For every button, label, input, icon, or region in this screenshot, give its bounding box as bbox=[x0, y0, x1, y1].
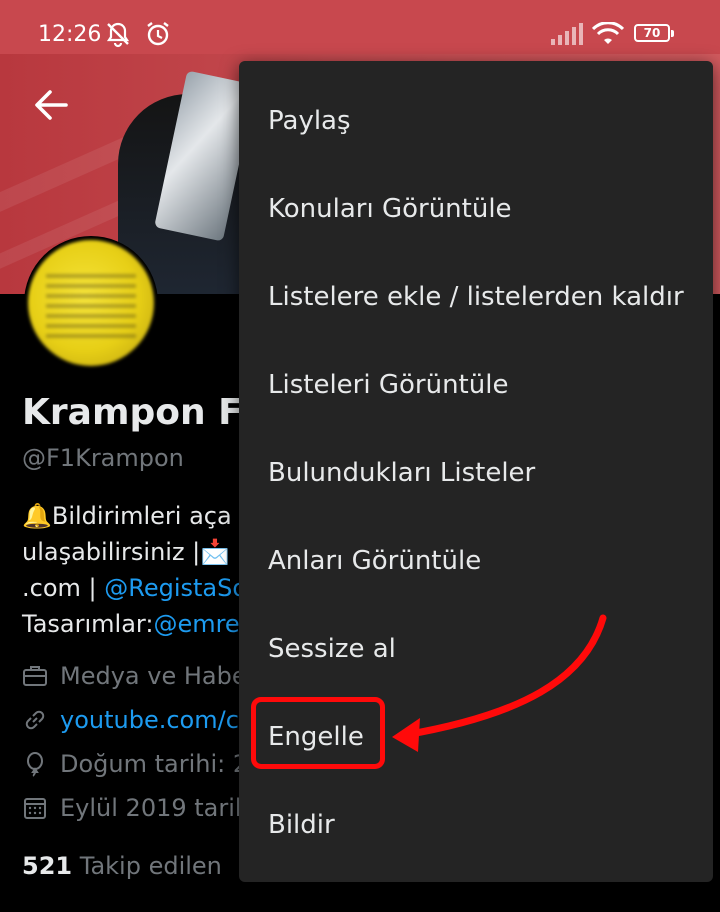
menu-item-share[interactable]: Paylaş bbox=[239, 77, 713, 165]
balloon-icon bbox=[27, 752, 43, 777]
profile-handle: @F1Krampon bbox=[22, 444, 184, 472]
alarm-icon bbox=[144, 20, 172, 52]
arrow-left-icon bbox=[32, 90, 70, 128]
category-text: Medya ve Habe bbox=[60, 662, 247, 690]
avatar[interactable] bbox=[24, 236, 158, 370]
menu-item-view-lists[interactable]: Listeleri Görüntüle bbox=[239, 341, 713, 429]
mention-link[interactable]: @RegistaSo bbox=[104, 574, 247, 602]
status-bar: 12:26 70 bbox=[0, 0, 720, 54]
website-link[interactable]: youtube.com/c bbox=[60, 706, 239, 734]
bio-text: .com | bbox=[22, 574, 105, 602]
bio-line: 🔔Bildirimleri aça bbox=[22, 502, 232, 530]
following-label: Takip edilen bbox=[79, 852, 222, 880]
menu-item-report[interactable]: Bildir bbox=[239, 781, 713, 869]
link-icon bbox=[25, 710, 45, 730]
profile-website: youtube.com/c bbox=[22, 706, 239, 734]
highlight-box bbox=[251, 697, 385, 769]
menu-item-view-topics[interactable]: Konuları Görüntüle bbox=[239, 165, 713, 253]
wifi-icon bbox=[591, 21, 625, 50]
calendar-icon bbox=[24, 798, 46, 819]
bio-line: ulaşabilirsiniz |📩 bbox=[22, 538, 231, 566]
bio-line: .com | @RegistaSo bbox=[22, 570, 247, 606]
mention-link[interactable]: @emre bbox=[153, 610, 239, 638]
bio-text: Tasarımlar: bbox=[22, 610, 154, 638]
notifications-off-icon bbox=[104, 20, 132, 52]
joined-text: Eylül 2019 tarih bbox=[60, 794, 251, 822]
following-number: 521 bbox=[22, 852, 73, 880]
profile-joined: Eylül 2019 tarih bbox=[22, 794, 250, 822]
profile-birthday: Doğum tarihi: 2 bbox=[22, 750, 248, 778]
menu-item-add-remove-lists[interactable]: Listelere ekle / listelerden kaldır bbox=[239, 253, 713, 341]
briefcase-icon bbox=[23, 666, 47, 686]
profile-name: Krampon F1 bbox=[22, 392, 268, 433]
menu-item-view-moments[interactable]: Anları Görüntüle bbox=[239, 517, 713, 605]
profile-bio: 🔔Bildirimleri aça ulaşabilirsiniz |📩 .co… bbox=[22, 498, 247, 642]
bio-line: Tasarımlar:@emre bbox=[22, 606, 247, 642]
battery-icon: 70 bbox=[634, 24, 674, 42]
birthday-text: Doğum tarihi: 2 bbox=[60, 750, 249, 778]
profile-category: Medya ve Habe bbox=[22, 662, 247, 690]
status-time: 12:26 bbox=[38, 22, 102, 47]
back-button[interactable] bbox=[32, 86, 70, 128]
following-count[interactable]: 521 Takip edilen bbox=[22, 852, 222, 880]
menu-item-mute[interactable]: Sessize al bbox=[239, 605, 713, 693]
menu-item-listed-in[interactable]: Bulundukları Listeler bbox=[239, 429, 713, 517]
signal-icon bbox=[550, 22, 584, 50]
